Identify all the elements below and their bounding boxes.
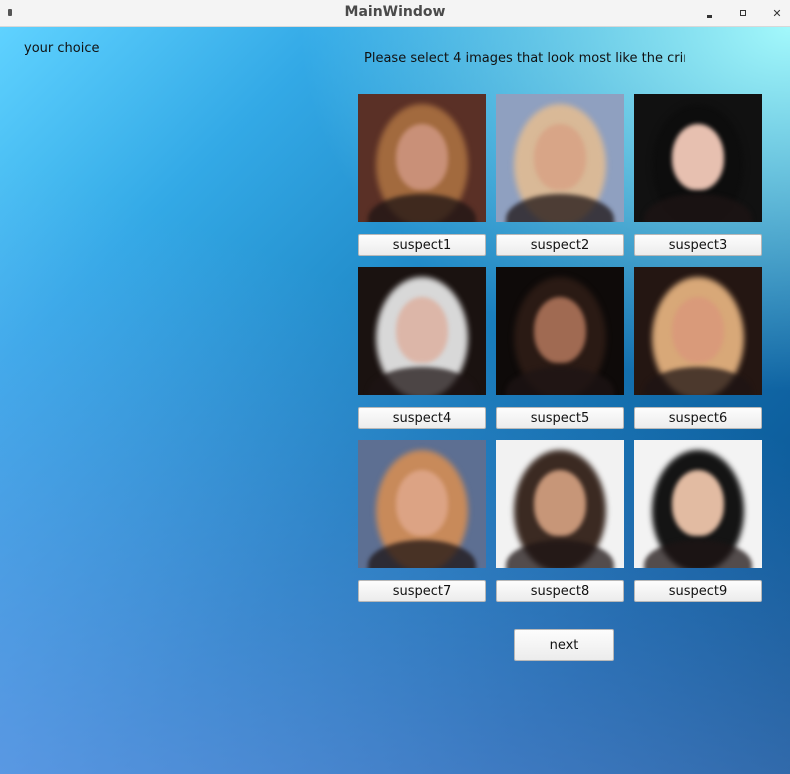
suspect-button[interactable]: suspect6 <box>634 407 762 429</box>
face-shape <box>396 124 448 190</box>
face-shape <box>396 297 448 363</box>
maximize-button[interactable] <box>734 4 752 22</box>
suspect-photo <box>496 94 624 222</box>
face-shape <box>534 124 586 190</box>
suspect-button[interactable]: suspect8 <box>496 580 624 602</box>
face-shape <box>672 297 724 363</box>
suspect-button[interactable]: suspect1 <box>358 234 486 256</box>
suspect-photo <box>358 440 486 568</box>
suspect-button[interactable]: suspect2 <box>496 234 624 256</box>
close-button[interactable]: ✕ <box>768 4 786 22</box>
face-shape <box>396 470 448 536</box>
suspect-button[interactable]: suspect4 <box>358 407 486 429</box>
suspect-photo <box>634 267 762 395</box>
suspect-button[interactable]: suspect5 <box>496 407 624 429</box>
close-icon: ✕ <box>772 6 782 20</box>
main-content: your choice Please select 4 images that … <box>0 27 790 774</box>
suspect-button[interactable]: suspect9 <box>634 580 762 602</box>
suspect-button[interactable]: suspect7 <box>358 580 486 602</box>
face-shape <box>534 470 586 536</box>
suspect-photo <box>634 94 762 222</box>
suspect-photo <box>358 94 486 222</box>
suspect-photo <box>496 267 624 395</box>
suspect-photo <box>634 440 762 568</box>
next-button[interactable]: next <box>514 629 614 661</box>
title-bar: MainWindow ✕ <box>0 0 790 27</box>
your-choice-label: your choice <box>24 41 100 56</box>
face-shape <box>672 470 724 536</box>
suspect-button[interactable]: suspect3 <box>634 234 762 256</box>
instruction-text: Please select 4 images that look most li… <box>364 51 685 66</box>
suspect-photo <box>358 267 486 395</box>
suspect-photo <box>496 440 624 568</box>
window-title: MainWindow <box>344 4 446 20</box>
maximize-icon <box>740 10 746 16</box>
minimize-icon <box>706 14 712 18</box>
main-window: MainWindow ✕ your choice Please select 4… <box>0 0 790 774</box>
face-shape <box>534 297 586 363</box>
minimize-button[interactable] <box>700 4 718 22</box>
face-shape <box>672 124 724 190</box>
